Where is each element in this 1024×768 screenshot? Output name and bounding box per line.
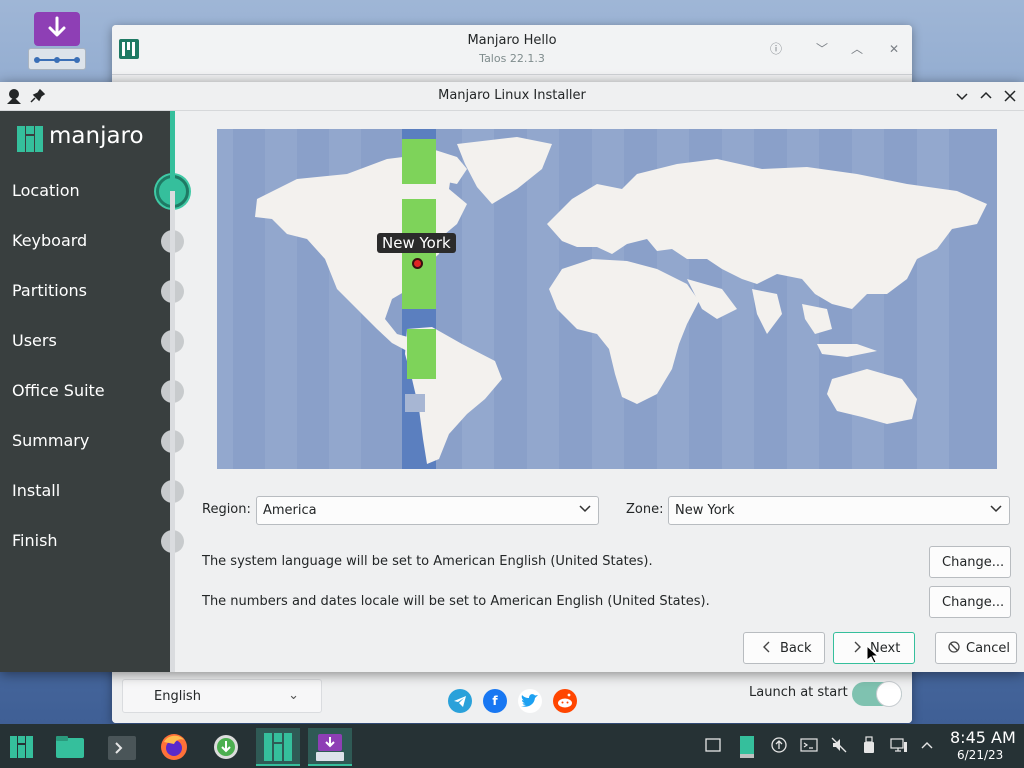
chevron-down-icon [989,501,1003,519]
button-label: Change... [942,595,1005,610]
close-icon[interactable]: ✕ [885,40,903,58]
chevron-up-icon[interactable] [918,736,936,754]
step-keyboard: Keyboard [0,223,190,259]
clipboard-icon[interactable] [738,736,756,758]
show-desktop-icon[interactable] [704,736,722,754]
taskbar: 8:45 AM 6/21/23 [0,724,1024,768]
toggle-knob [876,681,902,707]
chevron-right-icon [851,639,863,659]
step-label: Location [12,181,80,200]
update-icon[interactable] [770,736,788,754]
drive-icon [28,48,86,70]
step-summary: Summary [0,423,190,459]
step-label: Keyboard [12,231,88,250]
terminal-tray-icon[interactable] [800,736,818,754]
cancel-button[interactable]: Cancel [935,632,1017,664]
chevron-down-icon [578,501,592,519]
location-pin-icon [412,258,423,269]
region-label: Region: [202,502,251,517]
step-location: Location [0,173,190,209]
sidebar-progress-fill [170,111,175,191]
zone-label: Zone: [626,502,664,517]
zone-value: New York [675,503,735,518]
step-label: Install [12,481,61,500]
info-icon[interactable]: ⓘ [767,40,785,58]
locale-info-text: The numbers and dates locale will be set… [202,594,710,609]
usb-device-icon[interactable] [860,736,878,754]
step-finish: Finish [0,523,190,559]
step-partitions: Partitions [0,273,190,309]
brand-wordmark: manjaro [49,123,144,149]
installer-task[interactable] [308,728,352,766]
downloader-icon[interactable] [204,728,248,766]
hello-footer: English ⌄ f Launch at start [112,671,912,723]
sidebar-progress-track [170,111,175,672]
manjaro-logo-icon [17,126,43,152]
close-icon[interactable] [1000,87,1020,105]
timezone-map[interactable]: New York [217,129,997,469]
chevron-left-icon [761,639,773,659]
installer-titlebar: Manjaro Linux Installer [0,82,1024,111]
maximize-icon[interactable]: ︿ [848,40,866,58]
launch-at-start-label: Launch at start [749,685,848,700]
minimize-icon[interactable]: ﹀ [813,40,831,58]
download-icon [34,12,80,46]
step-install: Install [0,473,190,509]
step-users: Users [0,323,190,359]
facebook-icon[interactable]: f [483,689,507,713]
installer-title: Manjaro Linux Installer [438,88,586,103]
change-locale-button[interactable]: Change... [929,586,1011,618]
installer-desktop-icon[interactable] [28,10,86,72]
application-menu-button[interactable] [0,728,44,766]
firefox-icon[interactable] [152,728,196,766]
hello-titlebar: Manjaro Hello Talos 22.1.3 ⓘ ﹀ ︿ ✕ [112,25,912,75]
cancel-icon [947,639,961,659]
language-value: English [154,689,201,704]
terminal-icon[interactable] [100,728,144,766]
step-office-suite: Office Suite [0,373,190,409]
twitter-icon[interactable] [518,689,542,713]
back-button[interactable]: Back [743,632,825,664]
chevron-down-icon: ⌄ [288,688,299,703]
minimize-icon[interactable] [952,87,972,105]
change-language-button[interactable]: Change... [929,546,1011,578]
step-label: Summary [12,431,90,450]
step-label: Partitions [12,281,88,300]
step-label: Office Suite [12,381,105,400]
language-select[interactable]: English ⌄ [122,679,322,713]
reddit-icon[interactable] [553,689,577,713]
world-map-graphic [217,129,987,469]
installer-window: Manjaro Linux Installer manjaro Location [0,82,1024,672]
zone-select[interactable]: New York [668,496,1010,525]
maximize-icon[interactable] [976,87,996,105]
installer-sidebar: manjaro Location Keyboard Partitions Use… [0,111,189,672]
region-value: America [263,503,317,518]
next-button[interactable]: Next [833,632,915,664]
button-label: Cancel [966,641,1011,656]
clock-time[interactable]: 8:45 AM [950,728,1016,747]
hello-subtitle: Talos 22.1.3 [479,52,545,65]
step-label: Users [12,331,57,350]
manjaro-hello-task[interactable] [256,728,300,766]
language-info-text: The system language will be set to Ameri… [202,554,653,569]
mouse-cursor-icon [866,644,880,669]
volume-muted-icon[interactable] [830,736,848,754]
telegram-icon[interactable] [448,689,472,713]
region-select[interactable]: America [256,496,599,525]
map-marker-label: New York [377,233,456,253]
clock-date[interactable]: 6/21/23 [957,748,1003,762]
hello-title: Manjaro Hello [467,33,557,48]
network-icon[interactable] [890,736,908,754]
step-label: Finish [12,531,58,550]
file-manager-icon[interactable] [48,728,92,766]
button-label: Back [780,641,812,656]
button-label: Change... [942,555,1005,570]
launch-at-start-toggle[interactable] [852,681,902,707]
